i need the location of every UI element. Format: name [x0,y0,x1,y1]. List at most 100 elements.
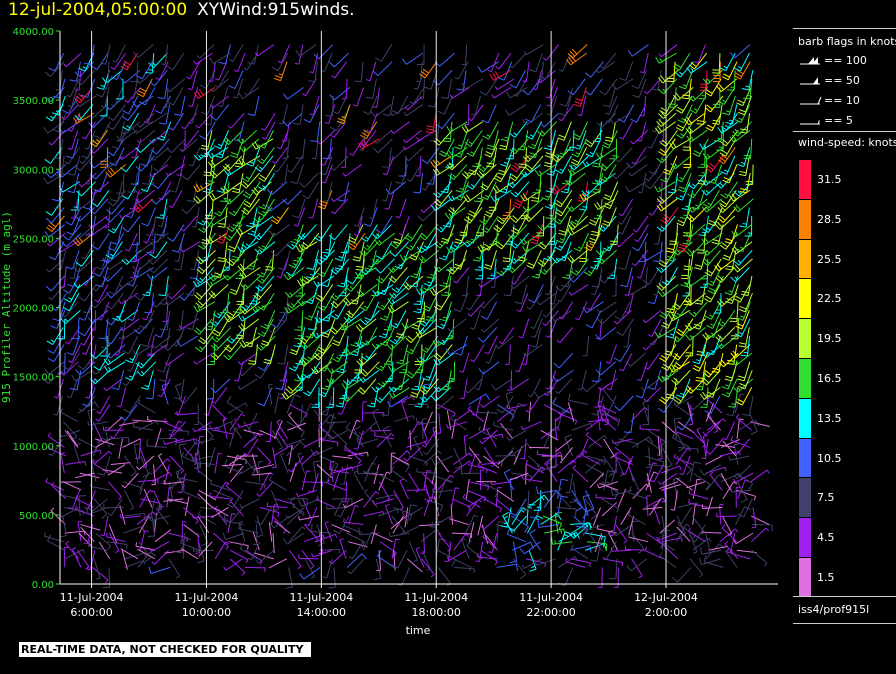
barb-staff [120,292,139,305]
barb-feather [200,154,208,158]
barb-staff [288,414,302,431]
barb-feather [485,227,490,231]
barb-staff [65,460,86,466]
barb-staff [173,87,184,106]
barb-feather [257,366,265,372]
wind-barb [104,207,125,223]
barb-feather [384,207,389,210]
barb-feather [110,242,118,245]
barb-staff [469,453,477,474]
wind-barb [245,566,266,572]
barb-feather [75,369,81,376]
barb-staff [112,104,126,121]
barb-staff [215,378,231,394]
barb-feather [244,284,249,288]
wind-barb [434,52,455,67]
wind-barb [268,558,287,569]
barb-feather [315,495,319,500]
wind-barb [315,284,334,302]
barb-staff [369,207,378,227]
barb-feather [354,80,362,83]
barb-feather [156,369,164,373]
barb-feather [451,195,455,200]
barb-feather [95,418,100,422]
barb-feather [195,520,199,524]
barb-feather [334,295,339,299]
barb-feather [391,109,399,115]
barb-staff [234,70,244,89]
barb-staff [423,481,431,501]
barb-feather [280,452,285,456]
barb-feather [50,115,54,119]
barb-staff [288,526,303,543]
barb-staff [125,552,145,560]
barb-feather [51,198,59,202]
barb-feather [181,126,185,130]
wind-barb [195,112,213,129]
wind-barb [272,533,275,554]
barb-staff [154,428,162,448]
wind-barb [301,549,315,570]
barb-feather [308,490,313,493]
barb-feather [186,76,191,80]
wind-barb [247,95,260,117]
wind-barb [78,438,97,452]
barb-feather [349,242,356,248]
barb-feather [276,419,281,423]
wind-barb [337,181,350,202]
barb-staff [375,494,396,500]
barb-feather [289,292,293,296]
barb-feather [216,312,221,316]
barb-staff [180,318,199,330]
barb-feather [371,386,377,393]
barb-staff [256,515,264,536]
barb-staff [133,444,139,465]
wind-barb [133,44,154,58]
barb-staff [254,464,275,470]
barb-staff [211,198,214,219]
wind-barb [461,44,468,66]
barb-feather [165,172,169,177]
wind-barb [108,481,122,500]
barb-staff [484,498,503,510]
barb-staff [122,438,141,448]
wind-barb [325,95,334,117]
barb-staff [438,69,453,86]
barb-feather [261,245,266,249]
barb-feather [85,396,90,399]
barb-feather [152,344,156,349]
barb-feather [352,259,360,262]
barb-feather [337,412,342,415]
barb-staff [79,207,96,222]
barb-feather [67,283,75,287]
barb-staff [99,172,108,193]
barb-feather [210,290,217,297]
wind-barb [101,69,123,84]
barb-feather [342,172,346,177]
barb-staff [258,461,261,482]
wind-barb [360,309,380,326]
barb-feather [129,507,134,511]
barb-feather [297,279,302,287]
wind-barb [313,224,332,242]
barb-feather [181,452,184,457]
barb-feather [173,268,181,271]
wind-barb [158,453,169,474]
wind-barb [358,527,380,536]
barb-feather [362,368,369,375]
barb-feather [260,158,265,162]
wind-barb [421,558,435,578]
barb-feather [92,288,97,292]
barb-staff [473,344,485,362]
barb-feather [128,375,134,378]
wind-barb [269,224,291,237]
barb-staff [100,121,111,140]
barb-feather [403,457,408,462]
barb-feather [160,389,165,391]
barb-feather [399,359,404,362]
barb-feather [77,520,82,523]
barb-feather [245,176,250,180]
barb-feather [458,195,463,198]
wind-barb [391,95,409,115]
barb-feather [443,137,451,140]
